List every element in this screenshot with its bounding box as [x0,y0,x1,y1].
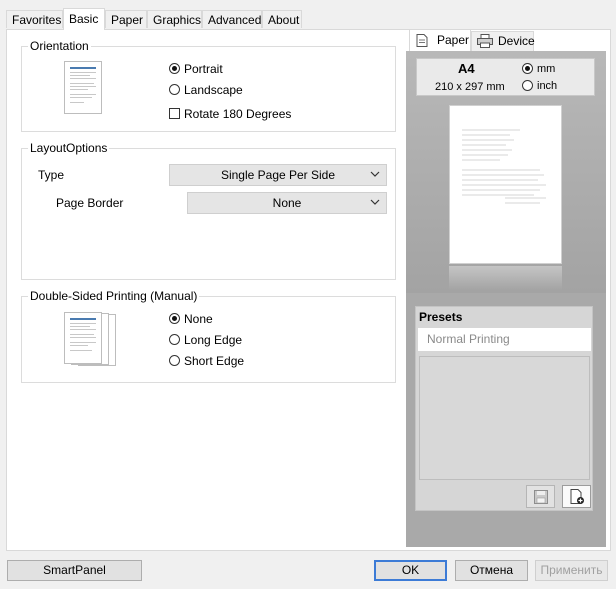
paper-icon [416,34,428,47]
tab-graphics-label: Graphics [153,13,202,27]
preview-tab-device[interactable]: Device [471,31,535,51]
page-preview-text [462,129,546,204]
tab-basic[interactable]: Basic [63,8,105,30]
duplex-none-radio[interactable] [169,313,180,324]
tab-basic-label: Basic [69,12,99,26]
preview-tab-paper[interactable]: Paper [409,29,471,51]
smartpanel-button-label: SmartPanel [43,563,106,577]
add-preset-button[interactable] [562,485,591,508]
tab-favorites[interactable]: Favorites [6,10,63,28]
tab-about-label: About [268,13,300,27]
tab-advanced[interactable]: Advanced [202,10,262,28]
duplex-long-edge-radio[interactable] [169,334,180,345]
presets-input-value: Normal Printing [427,332,510,346]
unit-inch-radio[interactable] [522,80,533,91]
tab-paper[interactable]: Paper [105,10,147,28]
type-dropdown-value: Single Page Per Side [220,168,336,182]
ok-button-label: OK [401,563,420,577]
landscape-label[interactable]: Landscape [184,83,243,97]
tab-paper-label: Paper [111,13,144,27]
tab-advanced-label: Advanced [208,13,262,27]
orientation-legend: Orientation [28,39,91,53]
unit-mm-radio[interactable] [522,63,533,74]
tab-about[interactable]: About [262,10,302,28]
new-document-icon [570,489,584,504]
presets-title: Presets [419,310,463,324]
portrait-preview-icon [64,61,102,114]
duplex-none-label[interactable]: None [184,312,213,326]
page-preview [449,105,562,264]
smartpanel-button[interactable]: SmartPanel [7,560,142,581]
preview-tab-paper-label: Paper [437,33,470,47]
cancel-button-label: Отмена [469,563,514,577]
layout-options-legend: LayoutOptions [28,141,110,155]
page-border-dropdown[interactable]: None [187,192,387,214]
duplex-preview-icon [64,312,102,364]
type-label: Type [38,168,65,182]
duplex-short-edge-label[interactable]: Short Edge [184,354,244,368]
paper-size-name: A4 [458,61,475,76]
portrait-label[interactable]: Portrait [184,62,223,76]
page-border-label: Page Border [56,196,124,210]
portrait-radio[interactable] [169,63,180,74]
rotate-180-checkbox[interactable] [169,108,180,119]
unit-mm-label[interactable]: mm [537,62,555,76]
save-preset-button[interactable] [526,485,555,508]
chevron-down-icon [370,199,380,205]
printer-icon [477,34,493,48]
landscape-radio[interactable] [169,84,180,95]
cancel-button[interactable]: Отмена [455,560,528,581]
ok-button[interactable]: OK [374,560,447,581]
duplex-legend: Double-Sided Printing (Manual) [28,289,200,303]
tab-graphics[interactable]: Graphics [147,10,202,28]
unit-inch-label[interactable]: inch [537,79,557,93]
rotate-180-label[interactable]: Rotate 180 Degrees [184,107,291,121]
type-dropdown[interactable]: Single Page Per Side [169,164,387,186]
paper-dimensions: 210 x 297 mm [435,81,505,93]
preview-tab-device-label: Device [498,34,535,48]
presets-list[interactable] [419,356,590,480]
apply-button-label: Применить [540,563,603,577]
page-border-dropdown-value: None [272,196,302,210]
tab-favorites-label: Favorites [12,13,62,27]
chevron-down-icon [370,171,380,177]
apply-button[interactable]: Применить [535,560,608,581]
page-reflection [449,266,562,290]
presets-input[interactable]: Normal Printing [418,328,591,351]
duplex-long-edge-label[interactable]: Long Edge [184,333,242,347]
duplex-short-edge-radio[interactable] [169,355,180,366]
floppy-disk-icon [534,490,548,504]
